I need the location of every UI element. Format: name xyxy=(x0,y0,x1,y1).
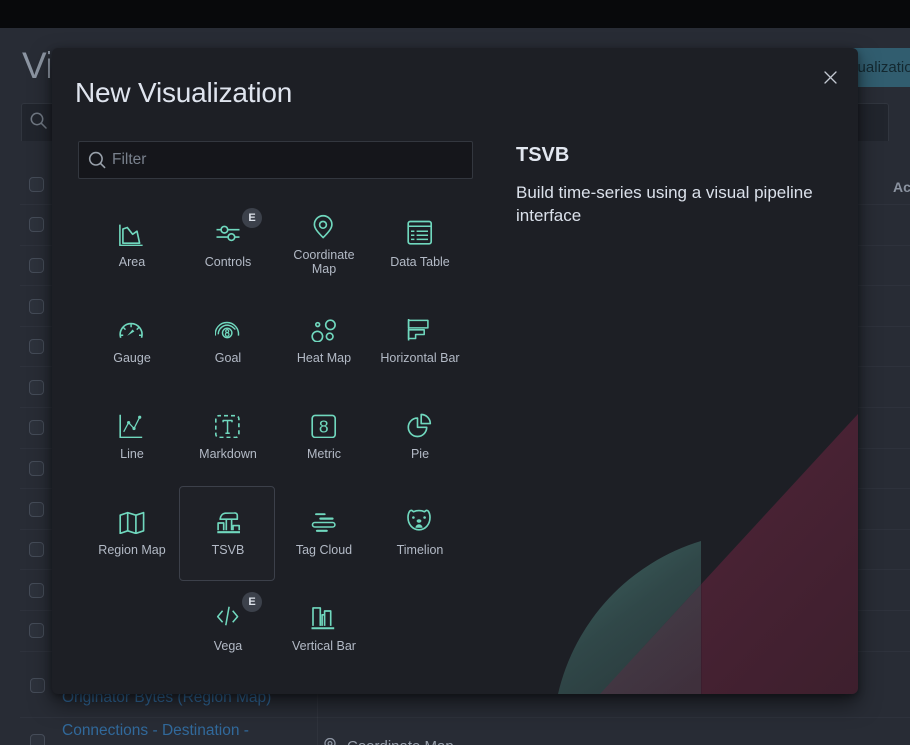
svg-text:8: 8 xyxy=(319,416,329,436)
